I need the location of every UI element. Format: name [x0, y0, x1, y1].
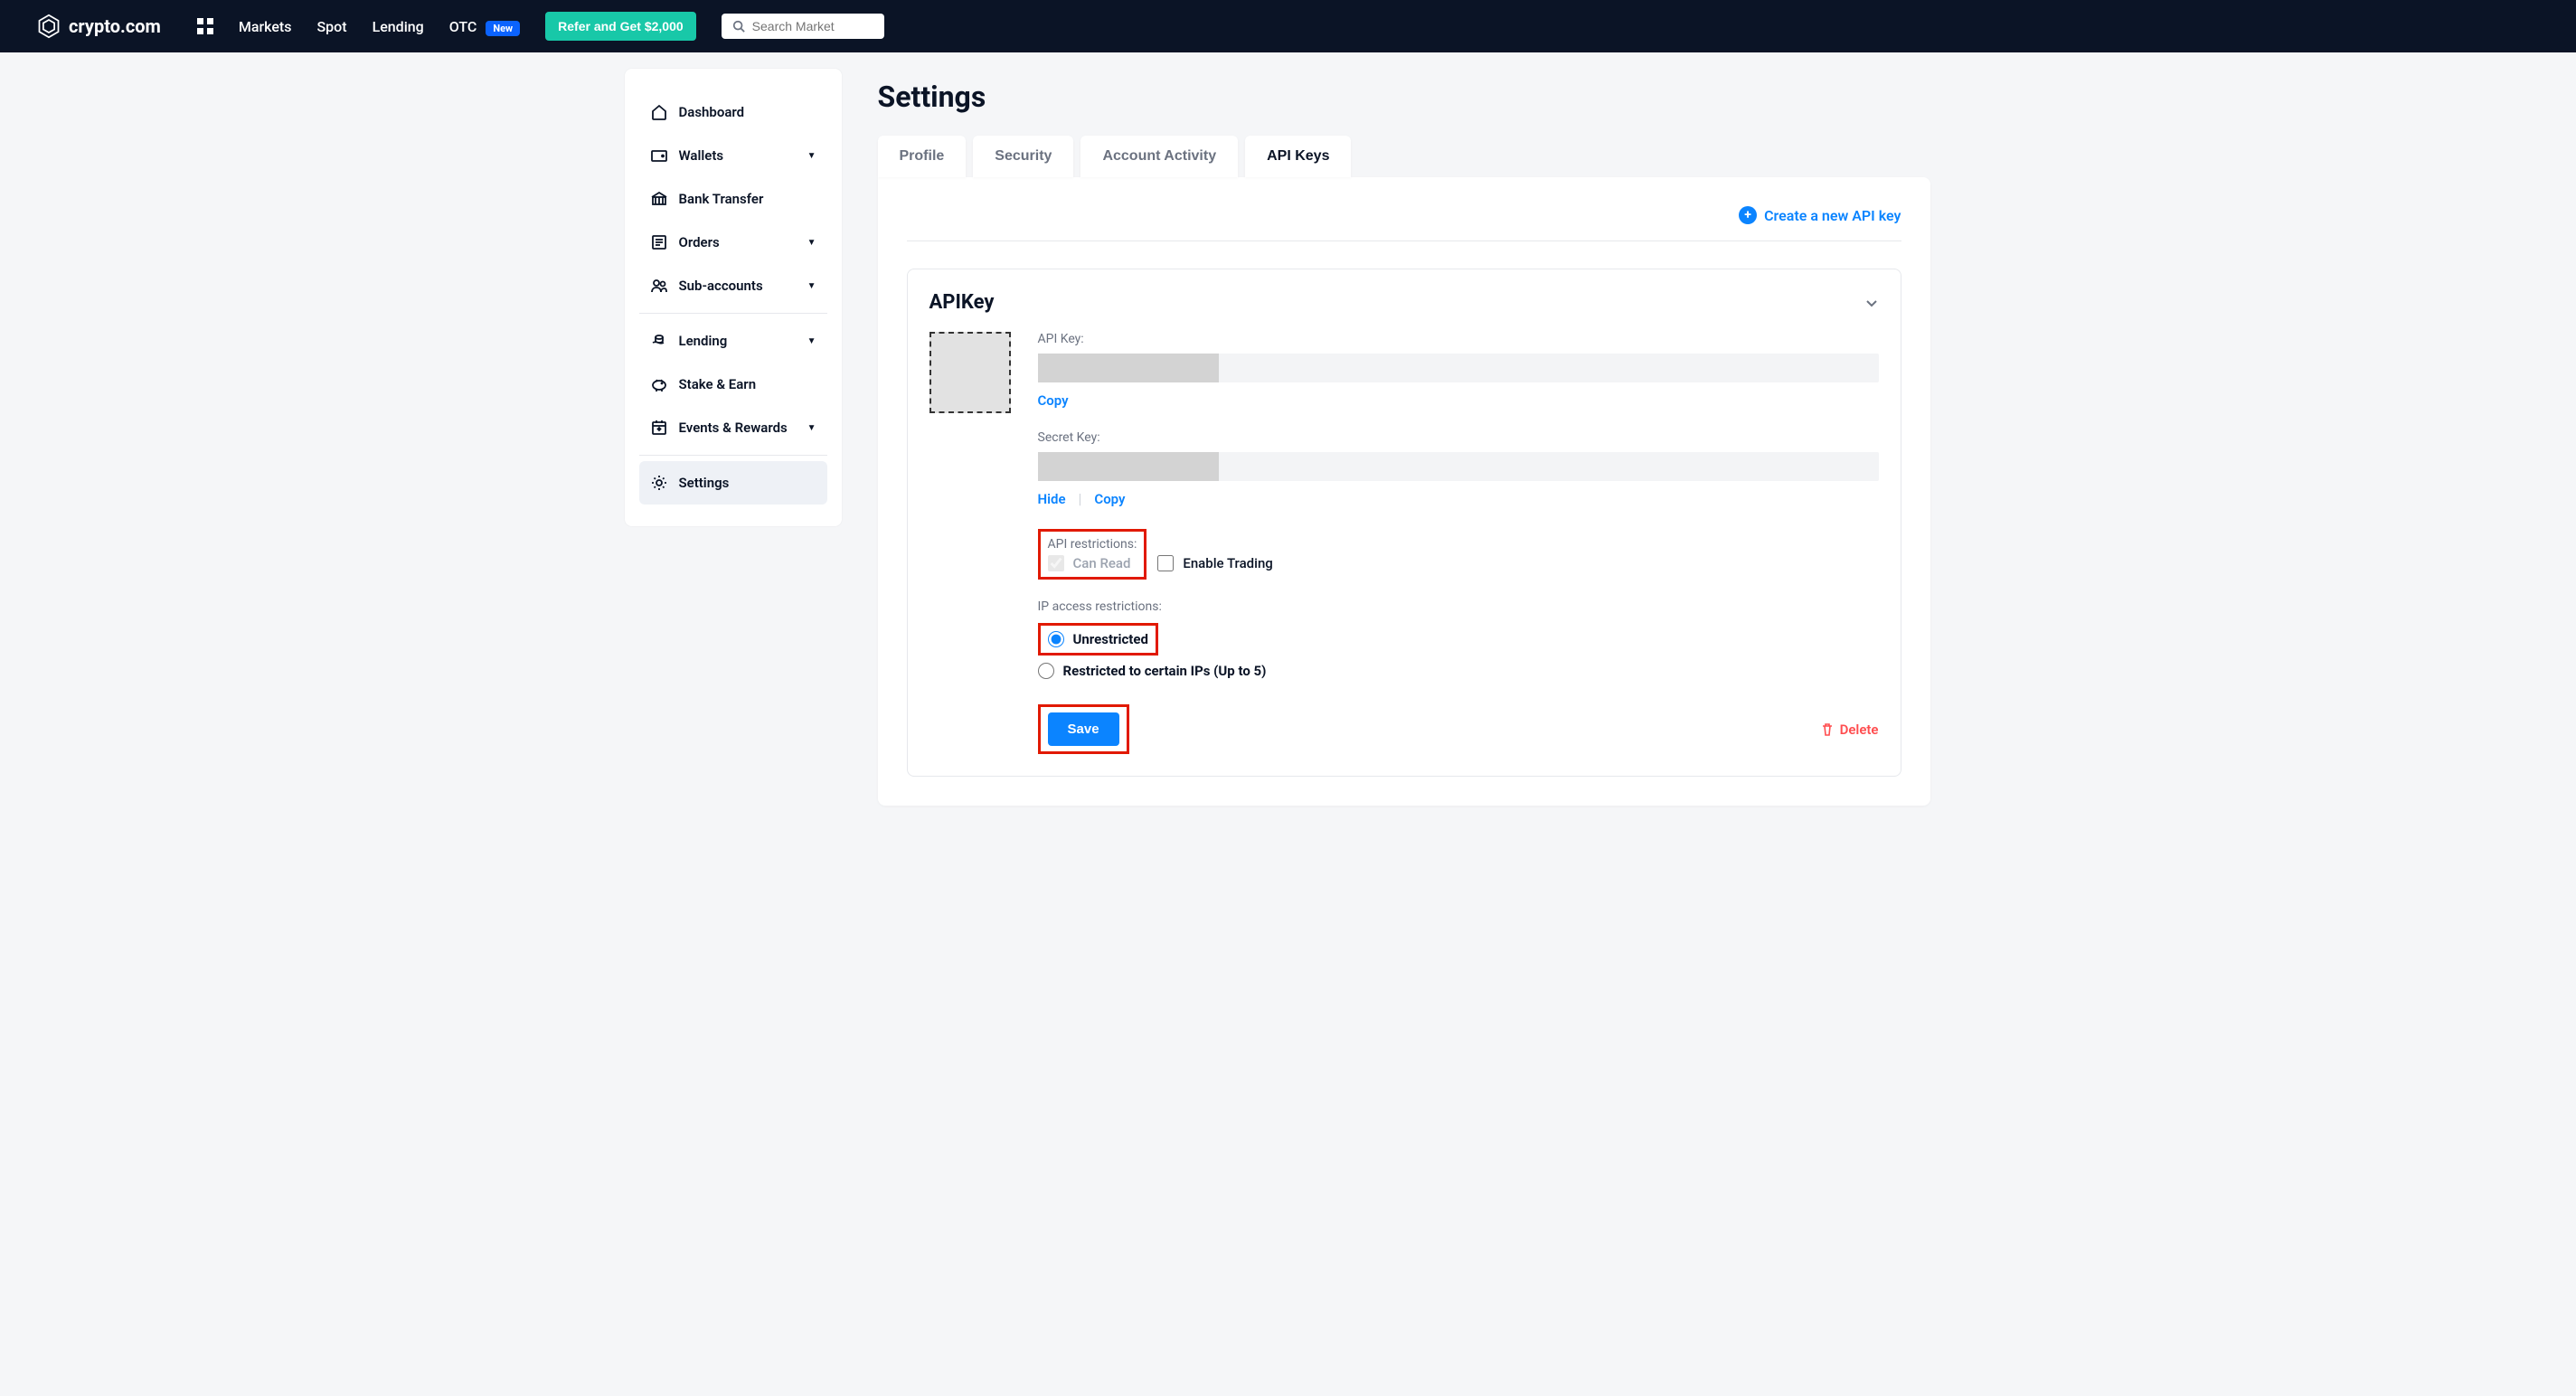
tab-profile[interactable]: Profile — [878, 136, 967, 177]
unrestricted-radio[interactable] — [1048, 631, 1064, 647]
delete-label: Delete — [1840, 722, 1879, 738]
settings-panel: + Create a new API key APIKey API Key: — [878, 177, 1930, 806]
gear-icon — [650, 474, 668, 492]
refer-button[interactable]: Refer and Get $2,000 — [545, 12, 696, 41]
highlight-api-restrictions: API restrictions: Can Read — [1038, 529, 1147, 580]
sidebar-item-orders[interactable]: Orders ▼ — [639, 221, 827, 264]
sidebar-divider — [639, 313, 827, 314]
top-navbar: crypto.com Markets Spot Lending OTC New … — [0, 0, 2576, 52]
chevron-down-icon[interactable] — [1864, 296, 1879, 310]
main-content: Settings Profile Security Account Activi… — [842, 52, 1967, 833]
bank-icon — [650, 190, 668, 208]
sidebar-item-label: Lending — [679, 333, 728, 349]
chevron-down-icon: ▼ — [807, 281, 816, 291]
sidebar-item-bank-transfer[interactable]: Bank Transfer — [639, 177, 827, 221]
sidebar-item-wallets[interactable]: Wallets ▼ — [639, 134, 827, 177]
api-key-value — [1038, 354, 1879, 382]
copy-secret-link[interactable]: Copy — [1094, 491, 1125, 507]
unrestricted-label: Unrestricted — [1073, 631, 1148, 647]
can-read-label: Can Read — [1073, 555, 1131, 571]
sidebar-item-settings[interactable]: Settings — [639, 461, 827, 505]
chevron-down-icon: ▼ — [807, 336, 816, 346]
wallet-icon — [650, 146, 668, 165]
search-input-wrapper[interactable] — [722, 14, 884, 39]
sidebar-item-stake-earn[interactable]: Stake & Earn — [639, 363, 827, 406]
card-title: APIKey — [929, 291, 995, 314]
sidebar-item-label: Events & Rewards — [679, 420, 788, 436]
users-icon — [650, 277, 668, 295]
highlight-unrestricted: Unrestricted — [1038, 623, 1158, 656]
piggy-icon — [650, 375, 668, 393]
secret-key-label: Secret Key: — [1038, 430, 1879, 445]
tab-security[interactable]: Security — [973, 136, 1073, 177]
enable-trading-checkbox[interactable] — [1157, 555, 1174, 571]
sidebar-item-label: Orders — [679, 234, 720, 250]
copy-api-key-link[interactable]: Copy — [1038, 392, 1069, 409]
search-input[interactable] — [752, 19, 873, 33]
create-api-key-label: Create a new API key — [1764, 207, 1901, 224]
api-key-label: API Key: — [1038, 332, 1879, 346]
new-badge: New — [486, 21, 520, 36]
chevron-down-icon: ▼ — [807, 423, 816, 433]
secret-key-value — [1038, 452, 1879, 481]
highlight-save: Save — [1038, 704, 1129, 754]
orders-icon — [650, 233, 668, 251]
sidebar-item-label: Sub-accounts — [679, 278, 763, 294]
can-read-checkbox[interactable] — [1048, 555, 1064, 571]
api-key-card: APIKey API Key: Copy Secret Key: — [907, 269, 1901, 777]
sidebar-item-label: Wallets — [679, 147, 724, 164]
logo-icon — [36, 14, 61, 39]
restricted-radio[interactable] — [1038, 663, 1054, 679]
delete-link[interactable]: Delete — [1820, 722, 1879, 738]
restricted-label: Restricted to certain IPs (Up to 5) — [1063, 663, 1267, 679]
sidebar-item-label: Bank Transfer — [679, 191, 764, 207]
nav-markets[interactable]: Markets — [239, 18, 292, 35]
tabs: Profile Security Account Activity API Ke… — [878, 136, 1930, 177]
calendar-icon — [650, 419, 668, 437]
api-restrictions-label: API restrictions: — [1048, 537, 1137, 552]
ip-restrictions-label: IP access restrictions: — [1038, 599, 1879, 614]
trash-icon — [1820, 722, 1835, 737]
nav-otc[interactable]: OTC New — [449, 18, 520, 35]
sidebar-item-label: Dashboard — [679, 104, 745, 120]
apps-icon[interactable] — [197, 18, 213, 34]
nav-otc-label: OTC — [449, 18, 477, 35]
sidebar: Dashboard Wallets ▼ Bank Transfer Orders… — [625, 69, 842, 526]
chevron-down-icon: ▼ — [807, 151, 816, 161]
save-button[interactable]: Save — [1048, 712, 1119, 746]
separator: | — [1079, 490, 1082, 507]
sidebar-item-events[interactable]: Events & Rewards ▼ — [639, 406, 827, 449]
search-icon — [732, 20, 745, 33]
sidebar-item-label: Settings — [679, 475, 730, 491]
qr-code-placeholder — [929, 332, 1011, 413]
home-icon — [650, 103, 668, 121]
sidebar-item-subaccounts[interactable]: Sub-accounts ▼ — [639, 264, 827, 307]
chevron-down-icon: ▼ — [807, 238, 816, 248]
sidebar-divider — [639, 455, 827, 456]
page-title: Settings — [878, 80, 1930, 114]
sidebar-item-lending[interactable]: Lending ▼ — [639, 319, 827, 363]
lending-icon — [650, 332, 668, 350]
sidebar-item-label: Stake & Earn — [679, 376, 757, 392]
hide-secret-link[interactable]: Hide — [1038, 491, 1066, 507]
brand-name: crypto.com — [69, 15, 161, 37]
enable-trading-label: Enable Trading — [1183, 555, 1272, 571]
create-api-key-link[interactable]: + Create a new API key — [1739, 206, 1901, 224]
plus-circle-icon: + — [1739, 206, 1757, 224]
nav-lending[interactable]: Lending — [373, 18, 424, 35]
brand-logo[interactable]: crypto.com — [36, 14, 161, 39]
nav-spot[interactable]: Spot — [316, 18, 346, 35]
tab-api-keys[interactable]: API Keys — [1245, 136, 1351, 177]
sidebar-item-dashboard[interactable]: Dashboard — [639, 90, 827, 134]
tab-account-activity[interactable]: Account Activity — [1080, 136, 1238, 177]
